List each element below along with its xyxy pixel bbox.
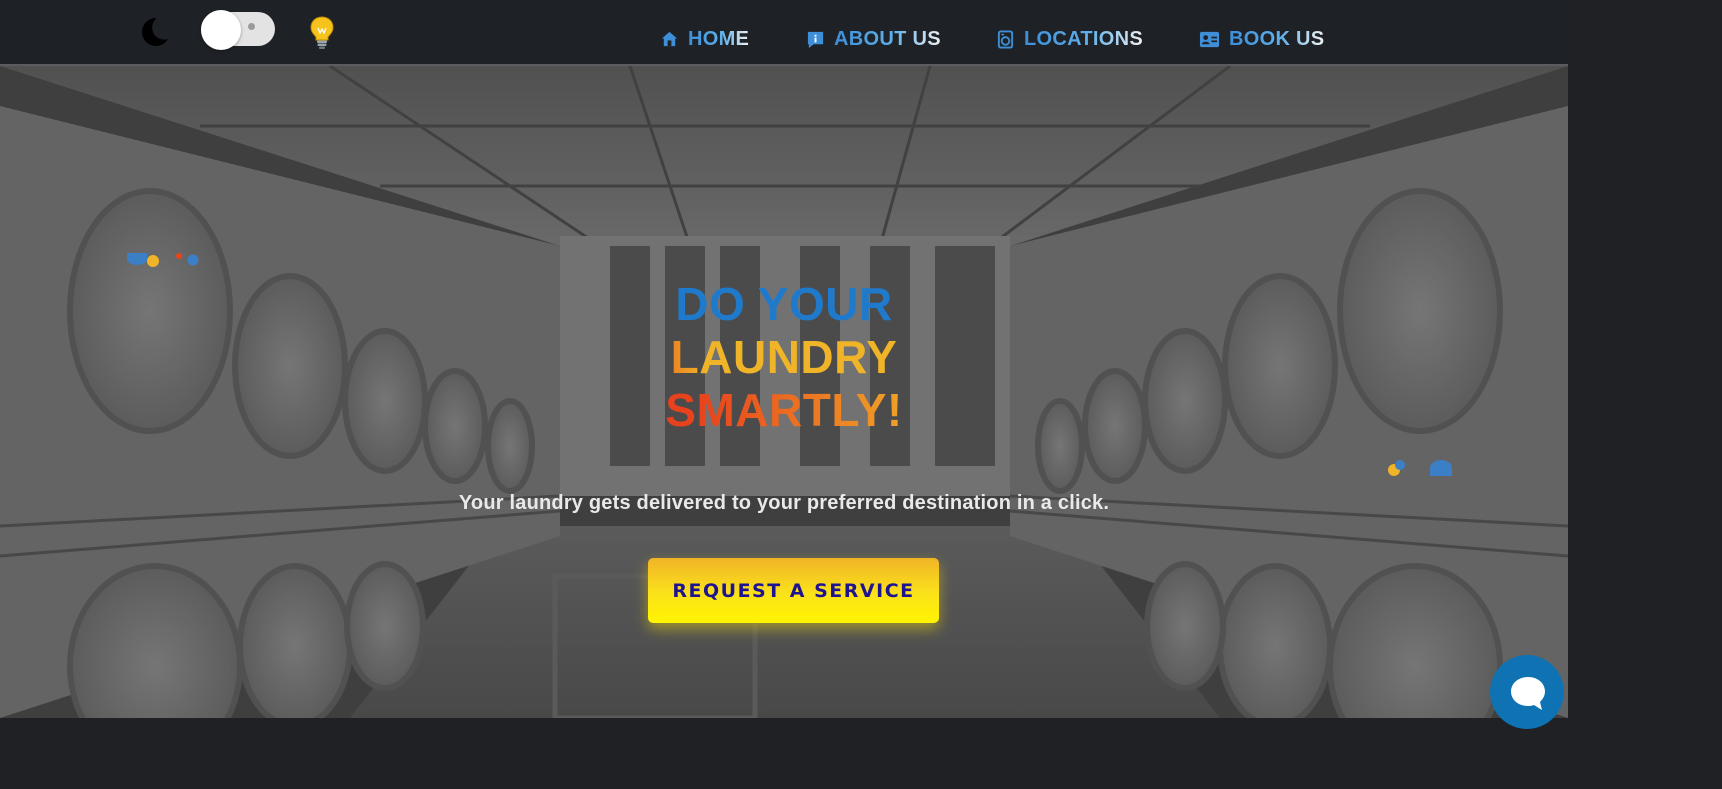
- chat-bubble-icon: [1511, 677, 1545, 710]
- info-icon: [807, 31, 824, 48]
- nav-link-locations[interactable]: LOCATIONS: [996, 24, 1143, 54]
- nav-link-about-us-label: ABOUT US: [834, 27, 941, 50]
- chat-widget-button[interactable]: [1490, 655, 1564, 729]
- decorative-dots-left: [127, 253, 199, 267]
- toggle-indicator-dot: [248, 23, 255, 30]
- nav-link-book-us[interactable]: BOOK US: [1199, 24, 1324, 54]
- hero-headline-line-1: DO YOUR: [0, 278, 1568, 331]
- nav-link-book-us-label: BOOK US: [1229, 27, 1325, 50]
- contact-card-icon: [1199, 31, 1220, 47]
- hero-headline-line-3: SMARTLY!: [0, 384, 1568, 437]
- navbar: HOME ABOUT US LOCATIONS BOOK US: [0, 0, 1568, 66]
- nav-link-home[interactable]: HOME: [660, 24, 749, 54]
- decorative-dots-right: [1388, 460, 1452, 476]
- nav-link-locations-label: LOCATIONS: [1024, 27, 1143, 50]
- nav-link-home-label: HOME: [688, 27, 750, 50]
- hero-headline-line-2: LAUNDRY: [0, 331, 1568, 384]
- hero-section: DO YOUR LAUNDRY SMARTLY! Your laundry ge…: [0, 66, 1568, 718]
- nav-link-about-us[interactable]: ABOUT US: [806, 24, 941, 54]
- hero-headline: DO YOUR LAUNDRY SMARTLY!: [0, 278, 1568, 437]
- request-service-button[interactable]: REQUEST A SERVICE: [648, 558, 939, 623]
- lightbulb-icon[interactable]: [309, 15, 335, 51]
- home-icon: [661, 31, 678, 46]
- hero-subtitle: Your laundry gets delivered to your pref…: [458, 492, 1110, 514]
- theme-toggle[interactable]: [201, 10, 275, 50]
- moon-icon[interactable]: [137, 15, 171, 49]
- washing-machine-icon: [997, 29, 1014, 49]
- toggle-knob: [201, 10, 241, 50]
